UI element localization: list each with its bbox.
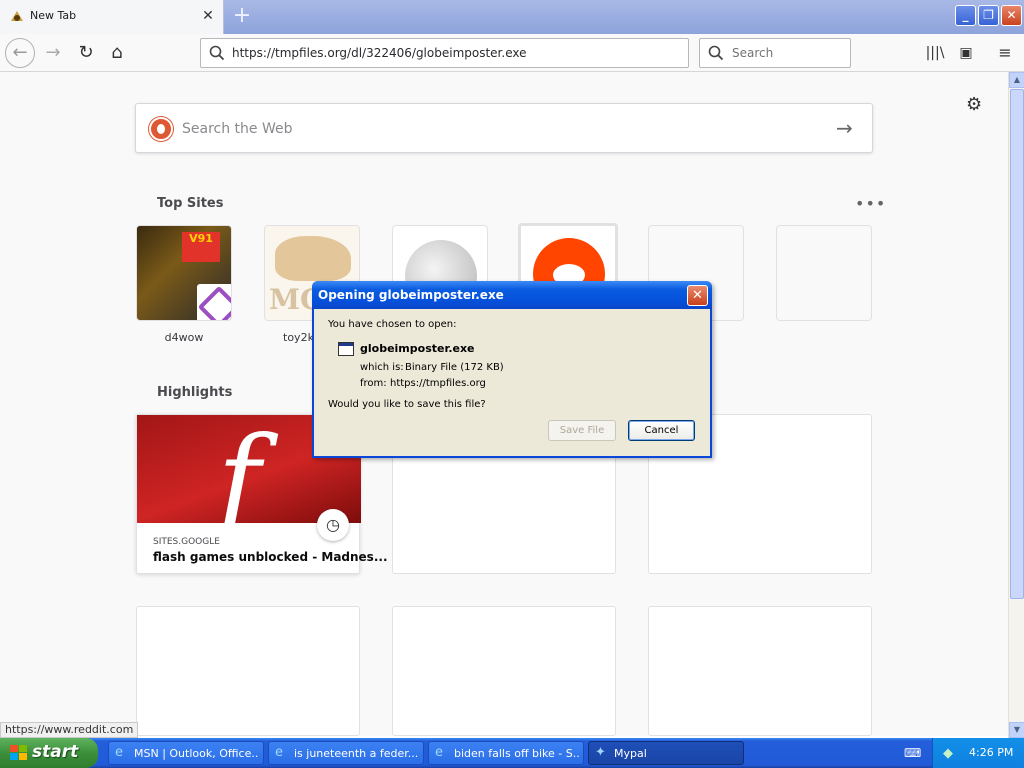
flash-logo-icon: f bbox=[217, 415, 261, 523]
tab-new-tab[interactable]: New Tab ✕ bbox=[0, 0, 224, 34]
internet-explorer-icon: e bbox=[275, 745, 283, 760]
forward-button[interactable]: → bbox=[39, 39, 67, 67]
start-label: start bbox=[32, 742, 79, 762]
system-tray: ◆ 4:26 PM bbox=[932, 738, 1024, 768]
sidebar-button[interactable]: ▣ bbox=[952, 39, 980, 67]
tab-strip: New Tab ✕ + _ ❐ ✕ bbox=[0, 0, 1024, 34]
taskbar-item-label: is juneteenth a feder... bbox=[294, 747, 419, 760]
search-placeholder: Search bbox=[732, 46, 774, 60]
executable-file-icon bbox=[338, 342, 354, 356]
highlights-heading[interactable]: Highlights bbox=[157, 385, 232, 400]
dialog-intro: You have chosen to open: bbox=[328, 319, 457, 330]
dialog-title: Opening globeimposter.exe bbox=[318, 288, 504, 302]
maximize-button[interactable]: ❐ bbox=[978, 5, 999, 26]
dialog-filename: globeimposter.exe bbox=[360, 342, 475, 355]
dialog-titlebar[interactable]: Opening globeimposter.exe ✕ bbox=[312, 281, 712, 309]
library-button[interactable]: |||\ bbox=[921, 39, 949, 67]
start-button[interactable]: start bbox=[0, 738, 98, 768]
tray-clock[interactable]: 4:26 PM bbox=[969, 746, 1013, 759]
search-go-arrow-icon[interactable]: → bbox=[836, 116, 853, 140]
reload-button[interactable]: ↻ bbox=[72, 39, 100, 67]
duckduckgo-logo-icon bbox=[149, 117, 173, 141]
search-bar[interactable]: Search bbox=[699, 38, 851, 68]
highlight-source: SITES.GOOGLE bbox=[153, 537, 220, 547]
internet-explorer-icon: e bbox=[435, 745, 443, 760]
network-icon[interactable]: ◆ bbox=[943, 746, 953, 761]
scroll-thumb[interactable] bbox=[1010, 89, 1024, 599]
dialog-close-button[interactable]: ✕ bbox=[687, 285, 708, 306]
file-type-value: Binary File (172 KB) bbox=[405, 362, 504, 373]
scroll-down-arrow-icon[interactable]: ▼ bbox=[1009, 722, 1024, 738]
site-badge-icon bbox=[197, 284, 231, 320]
keyboard-icon[interactable]: ⌨ bbox=[904, 746, 921, 760]
taskbar-item-label: Mypal bbox=[614, 747, 647, 760]
top-site-tile-d4wow[interactable]: V91 bbox=[136, 225, 232, 321]
home-button[interactable]: ⌂ bbox=[103, 39, 131, 67]
search-icon bbox=[209, 45, 225, 61]
taskbar-item[interactable]: e is juneteenth a feder... bbox=[268, 741, 424, 765]
vertical-scrollbar[interactable]: ▲ ▼ bbox=[1008, 72, 1024, 738]
top-site-empty-tile[interactable] bbox=[776, 225, 872, 321]
url-bar[interactable]: https://tmpfiles.org/dl/322406/globeimpo… bbox=[200, 38, 689, 68]
tile-sign: V91 bbox=[182, 232, 220, 262]
new-tab-button[interactable]: + bbox=[229, 4, 255, 30]
dialog-question: Would you like to save this file? bbox=[328, 399, 486, 410]
more-options-icon[interactable]: ••• bbox=[855, 194, 886, 213]
search-icon bbox=[708, 45, 724, 61]
taskbar-item-label: biden falls off bike - S... bbox=[454, 747, 579, 760]
lion-logo-icon bbox=[275, 236, 351, 281]
highlight-empty-card bbox=[648, 606, 872, 736]
tab-close-icon[interactable]: ✕ bbox=[199, 7, 217, 25]
status-url: https://www.reddit.com bbox=[0, 722, 139, 738]
taskbar-item-active[interactable]: ✦ Mypal bbox=[588, 741, 744, 765]
mypal-icon: ✦ bbox=[595, 745, 606, 760]
tab-title: New Tab bbox=[30, 9, 77, 22]
highlight-empty-card bbox=[136, 606, 360, 736]
menu-button[interactable]: ≡ bbox=[991, 39, 1019, 67]
top-site-label[interactable]: d4wow bbox=[134, 331, 234, 344]
highlight-title: flash games unblocked - Madnes... bbox=[153, 550, 388, 564]
back-button[interactable]: ← bbox=[5, 38, 35, 68]
taskbar: start e MSN | Outlook, Office... e is ju… bbox=[0, 738, 1024, 768]
web-search-placeholder: Search the Web bbox=[182, 121, 293, 137]
download-dialog: Opening globeimposter.exe ✕ You have cho… bbox=[312, 281, 712, 458]
taskbar-item[interactable]: e MSN | Outlook, Office... bbox=[108, 741, 264, 765]
url-text: https://tmpfiles.org/dl/322406/globeimpo… bbox=[232, 46, 527, 60]
minimize-button[interactable]: _ bbox=[955, 5, 976, 26]
top-sites-heading[interactable]: Top Sites bbox=[157, 196, 224, 211]
web-search-box[interactable]: Search the Web → bbox=[135, 103, 873, 153]
save-file-button[interactable]: Save File bbox=[548, 420, 616, 441]
file-source-label: from: bbox=[360, 378, 387, 389]
taskbar-item[interactable]: e biden falls off bike - S... bbox=[428, 741, 584, 765]
cancel-button[interactable]: Cancel bbox=[628, 420, 695, 441]
windows-logo-icon bbox=[10, 745, 28, 761]
taskbar-item-label: MSN | Outlook, Office... bbox=[134, 747, 259, 760]
file-type-label: which is: bbox=[360, 362, 404, 373]
close-window-button[interactable]: ✕ bbox=[1001, 5, 1022, 26]
settings-gear-icon[interactable]: ⚙ bbox=[966, 94, 982, 115]
file-source-value: https://tmpfiles.org bbox=[390, 378, 486, 389]
highlight-empty-card bbox=[392, 606, 616, 736]
mypal-favicon-icon bbox=[11, 11, 23, 21]
history-clock-icon: ◷ bbox=[317, 509, 349, 541]
navigation-toolbar: ← → ↻ ⌂ https://tmpfiles.org/dl/322406/g… bbox=[0, 34, 1024, 72]
scroll-up-arrow-icon[interactable]: ▲ bbox=[1009, 72, 1024, 88]
internet-explorer-icon: e bbox=[115, 745, 123, 760]
